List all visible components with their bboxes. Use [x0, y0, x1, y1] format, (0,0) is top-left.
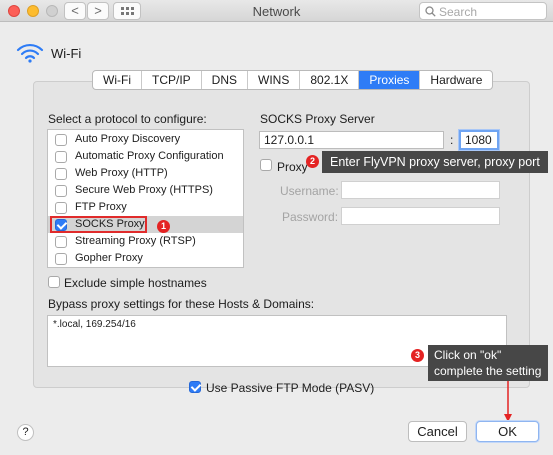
- exclude-simple-hostnames-label: Exclude simple hostnames: [64, 276, 207, 290]
- socks-heading: SOCKS Proxy Server: [260, 112, 375, 126]
- protocol-item-gopher-proxy[interactable]: Gopher Proxy: [48, 250, 243, 267]
- port-separator: :: [450, 133, 454, 147]
- protocol-list: Auto Proxy Discovery Automatic Proxy Con…: [47, 129, 244, 268]
- protocol-label: Streaming Proxy (RTSP): [75, 235, 196, 247]
- protocol-item-auto-config[interactable]: Automatic Proxy Configuration: [48, 148, 243, 165]
- protocol-item-secure-web-proxy[interactable]: Secure Web Proxy (HTTPS): [48, 182, 243, 199]
- protocol-heading: Select a protocol to configure:: [48, 112, 207, 126]
- protocol-label: FTP Proxy: [75, 201, 127, 213]
- tooltip-enter-server: Enter FlyVPN proxy server, proxy port: [322, 151, 548, 173]
- gopher-proxy-checkbox[interactable]: [55, 253, 67, 265]
- search-field[interactable]: Search: [419, 2, 547, 20]
- tab-wins[interactable]: WINS: [248, 71, 301, 89]
- step-badge-3: 3: [411, 349, 424, 362]
- cancel-button[interactable]: Cancel: [408, 421, 467, 442]
- protocol-item-streaming-proxy[interactable]: Streaming Proxy (RTSP): [48, 233, 243, 250]
- arrow-down-icon: [504, 381, 512, 422]
- tab-hardware[interactable]: Hardware: [420, 71, 492, 89]
- protocol-label: Gopher Proxy: [75, 252, 143, 264]
- bypass-label: Bypass proxy settings for these Hosts & …: [48, 297, 315, 311]
- help-button[interactable]: ?: [17, 424, 34, 441]
- protocol-label: Secure Web Proxy (HTTPS): [75, 184, 213, 196]
- title-bar: < > Network Search: [0, 0, 553, 22]
- tab-bar: Wi-Fi TCP/IP DNS WINS 802.1X Proxies Har…: [92, 70, 494, 90]
- password-required-checkbox[interactable]: [260, 159, 272, 171]
- password-input[interactable]: [341, 207, 500, 225]
- protocol-label: Auto Proxy Discovery: [75, 133, 181, 145]
- passive-ftp-label: Use Passive FTP Mode (PASV): [206, 381, 375, 395]
- username-input[interactable]: [341, 181, 500, 199]
- interface-name: Wi-Fi: [51, 46, 82, 61]
- auto-discovery-checkbox[interactable]: [55, 134, 67, 146]
- passive-ftp-checkbox[interactable]: [189, 381, 201, 393]
- protocol-item-web-proxy[interactable]: Web Proxy (HTTP): [48, 165, 243, 182]
- protocol-label: Web Proxy (HTTP): [75, 167, 168, 179]
- web-proxy-checkbox[interactable]: [55, 168, 67, 180]
- secure-web-proxy-checkbox[interactable]: [55, 185, 67, 197]
- tooltip-click-ok: Click on "ok" complete the setting: [428, 345, 548, 381]
- password-label: Password:: [282, 210, 339, 224]
- tooltip-line-2: complete the setting: [434, 364, 542, 378]
- search-placeholder: Search: [439, 5, 478, 19]
- proxy-port-input[interactable]: 1080: [459, 130, 499, 150]
- streaming-proxy-checkbox[interactable]: [55, 236, 67, 248]
- step-badge-1: 1: [157, 220, 170, 233]
- tab-dns[interactable]: DNS: [202, 71, 248, 89]
- protocol-label: Automatic Proxy Configuration: [75, 150, 224, 162]
- tab-wifi[interactable]: Wi-Fi: [93, 71, 142, 89]
- ok-button[interactable]: OK: [476, 421, 539, 442]
- auto-config-checkbox[interactable]: [55, 151, 67, 163]
- wifi-icon: [16, 43, 44, 63]
- username-label: Username:: [280, 184, 339, 198]
- ftp-proxy-checkbox[interactable]: [55, 202, 67, 214]
- tab-8021x[interactable]: 802.1X: [300, 71, 360, 89]
- tab-tcpip[interactable]: TCP/IP: [142, 71, 202, 89]
- protocol-item-auto-discovery[interactable]: Auto Proxy Discovery: [48, 131, 243, 148]
- exclude-simple-hostnames-checkbox[interactable]: [48, 276, 60, 288]
- tab-proxies[interactable]: Proxies: [359, 71, 421, 89]
- tooltip-line-1: Click on "ok": [434, 348, 502, 362]
- proxy-server-input[interactable]: 127.0.0.1: [259, 131, 444, 149]
- step-badge-2: 2: [306, 155, 319, 168]
- password-required-label: Proxy: [277, 160, 308, 174]
- search-icon: [425, 6, 436, 17]
- socks-highlight-box: [50, 216, 147, 233]
- protocol-item-ftp-proxy[interactable]: FTP Proxy: [48, 199, 243, 216]
